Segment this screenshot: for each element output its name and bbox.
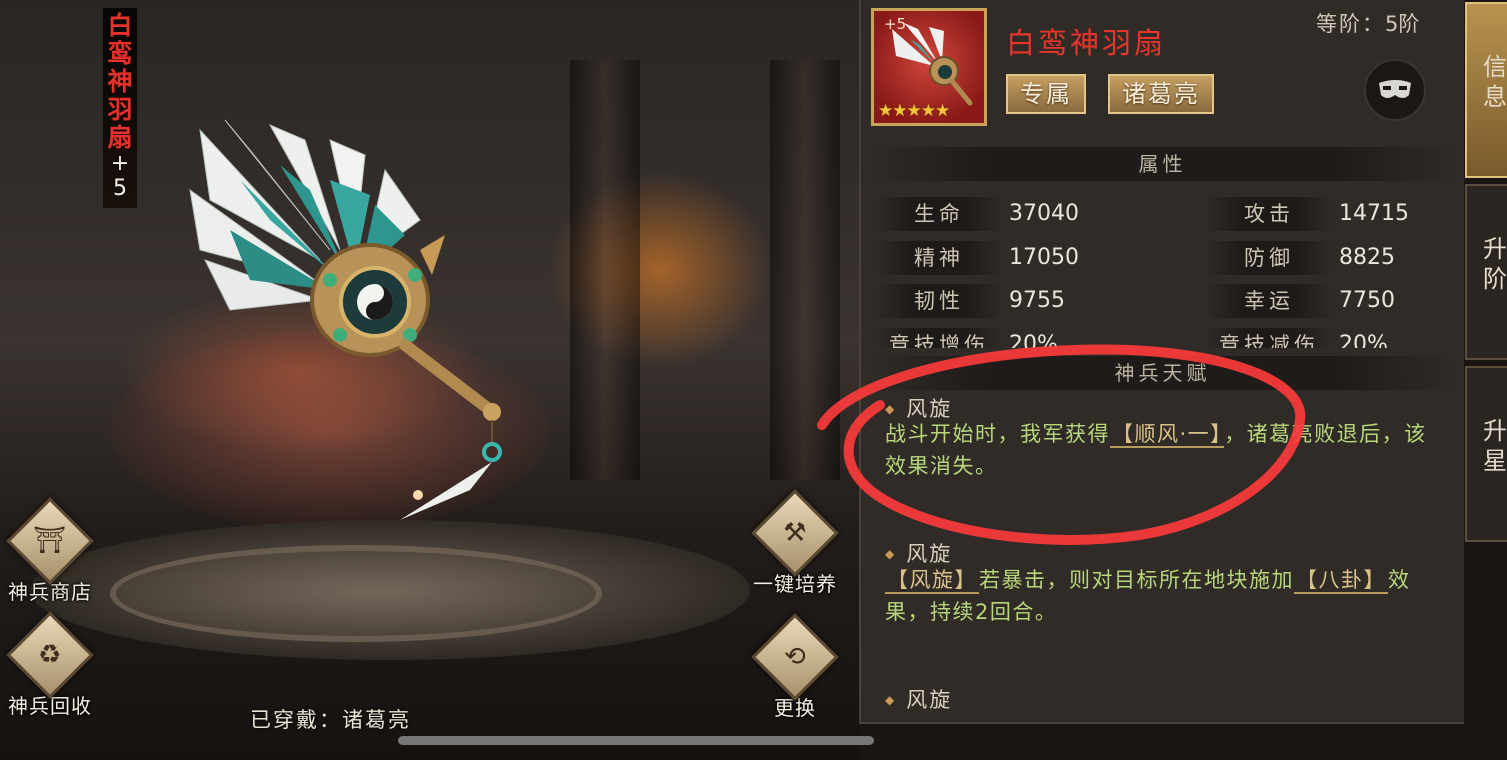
anvil-hammer-icon: ⚒ [783, 518, 807, 548]
stat-name: 精神 [879, 241, 999, 275]
background-pillar [570, 60, 640, 480]
one-click-cultivate-button[interactable]: ⚒ 一键培养 [738, 489, 852, 597]
attributes-list: 生命 37040 攻击 14715 精神 17050 防御 8825 韧性 9755 幸运… [861, 192, 1464, 348]
tab-upgrade-star[interactable]: 升星 [1465, 366, 1507, 542]
weapon-name-char: 白 [107, 11, 133, 40]
diamond-bullet-icon: ◆ [885, 693, 897, 707]
stat-value: 20% [1009, 332, 1058, 348]
replace-button[interactable]: ⟲ 更换 [748, 613, 842, 721]
stat-row: 生命 37040 攻击 14715 [879, 197, 1449, 233]
weapon-name-char: 羽 [107, 95, 133, 124]
stat-name: 攻击 [1209, 197, 1329, 231]
weapon-level: 5 [113, 176, 127, 201]
skill-keyword-link[interactable]: 【顺风·一】 [1110, 422, 1225, 448]
weapon-name-vertical: 白 鸾 神 羽 扇 + 5 [103, 8, 137, 208]
grade-label: 等阶： [1316, 12, 1385, 36]
item-star-rating: ★★★★★ [878, 101, 950, 121]
weapon-name-char: 鸾 [107, 39, 133, 68]
weapon-item-icon[interactable]: +5 ★★★★★ [871, 8, 987, 126]
tab-label: 升星 [1483, 417, 1507, 475]
diamond-bullet-icon: ◆ [885, 402, 897, 416]
tab-info[interactable]: 信息 [1465, 2, 1507, 178]
skill-title: ◆ 风旋 [885, 684, 952, 714]
diamond-bullet-icon: ◆ [885, 547, 897, 561]
tab-label: 信息 [1483, 53, 1507, 111]
stat-name: 竞技增伤 [879, 328, 999, 348]
weapon-name-char: 神 [107, 67, 133, 96]
skill-keyword-link[interactable]: 【风旋】 [885, 568, 979, 594]
weapon-showcase-scene: 白 鸾 神 羽 扇 + 5 ⛩ 神兵商店 ♻ 神兵回收 ⚒ 一键培养 ⟲ 更换 … [0, 0, 860, 760]
stat-row: 精神 17050 防御 8825 [879, 241, 1449, 277]
talents-header: 神兵天赋 [871, 356, 1454, 390]
stat-value: 7750 [1339, 288, 1395, 313]
skill-desc-text: 战斗开始时，我军获得 [885, 422, 1110, 446]
hero-tag: 诸葛亮 [1108, 74, 1214, 114]
skill-description: 战斗开始时，我军获得【顺风·一】，诸葛亮败退后，该效果消失。 [885, 418, 1445, 482]
skill-desc-text: 若暴击，则对目标所在地块施加 [979, 568, 1294, 592]
recycle-icon: ♻ [38, 640, 62, 670]
weapon-info-panel: +5 ★★★★★ 白鸾神羽扇 专属 诸葛亮 等阶：5阶 属性 生命 37040 攻… [859, 0, 1464, 724]
skill-description: 【风旋】若暴击，则对目标所在地块施加【八卦】效果，持续2回合。 [885, 564, 1445, 628]
stat-name: 竞技减伤 [1209, 328, 1329, 348]
stat-value: 20% [1339, 332, 1388, 348]
skill-keyword-link[interactable]: 【八卦】 [1294, 568, 1388, 594]
platform-emblem [110, 545, 602, 642]
weapon-shop-button[interactable]: ⛩ 神兵商店 [0, 497, 100, 605]
stat-value: 14715 [1339, 201, 1409, 226]
item-name: 白鸾神羽扇 [1006, 26, 1167, 60]
stat-name: 幸运 [1209, 284, 1329, 318]
tab-upgrade-rank[interactable]: 升阶 [1465, 184, 1507, 360]
stat-value: 17050 [1009, 245, 1079, 270]
stat-row: 韧性 9755 幸运 7750 [879, 284, 1449, 320]
stat-value: 8825 [1339, 245, 1395, 270]
background-pillar [770, 60, 840, 480]
attributes-header: 属性 [871, 147, 1454, 181]
home-indicator[interactable] [398, 736, 874, 745]
worn-by-text: 已穿戴：诸葛亮 [250, 708, 411, 732]
feather-fan-illustration [189, 119, 502, 520]
weapon-plus-sign: + [110, 151, 130, 176]
stat-value: 9755 [1009, 288, 1065, 313]
skill-title-text: 风旋 [906, 542, 953, 566]
swap-arrows-icon: ⟲ [784, 641, 806, 672]
item-enhance-level: +5 [884, 15, 907, 33]
skill-title-text: 风旋 [906, 688, 953, 712]
stat-name: 韧性 [879, 284, 999, 318]
exclusive-tag: 专属 [1006, 74, 1086, 114]
appearance-button[interactable] [1364, 59, 1426, 121]
stat-name: 生命 [879, 197, 999, 231]
grade-display: 等阶：5阶 [1316, 8, 1419, 38]
stat-row: 竞技增伤 20% 竞技减伤 20% [879, 328, 1449, 348]
weapon-name-char: 扇 [107, 123, 133, 152]
stat-value: 37040 [1009, 201, 1079, 226]
stat-name: 防御 [1209, 241, 1329, 275]
shop-icon: ⛩ [33, 525, 67, 556]
grade-value: 5阶 [1385, 12, 1420, 36]
tab-label: 升阶 [1483, 235, 1507, 293]
mask-icon [1379, 80, 1411, 98]
weapon-recycle-button[interactable]: ♻ 神兵回收 [0, 611, 100, 719]
